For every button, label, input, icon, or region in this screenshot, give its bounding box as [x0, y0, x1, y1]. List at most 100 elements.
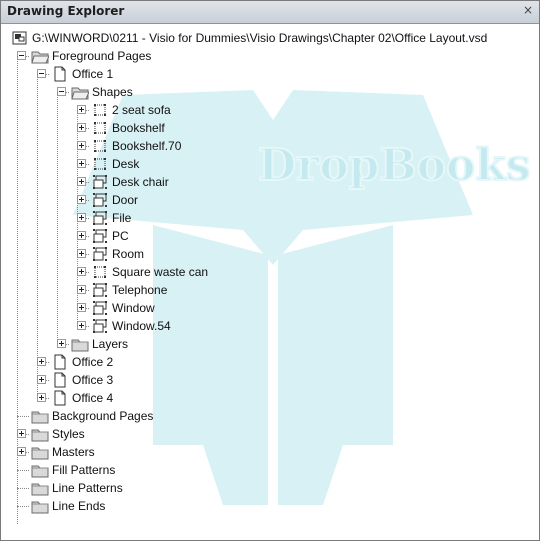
expand-icon[interactable] [77, 285, 86, 294]
folder-icon [31, 444, 49, 460]
tree-connector [17, 488, 29, 489]
tree-item-s7[interactable]: File [3, 209, 537, 227]
folder-icon [71, 336, 89, 352]
tree-item-s1[interactable]: 2 seat sofa [3, 101, 537, 119]
tree-item-label: Square waste can [112, 265, 209, 279]
tree-item-office1[interactable]: Office 1 [3, 65, 537, 83]
tree-item-s6[interactable]: Door [3, 191, 537, 209]
expand-icon[interactable] [77, 177, 86, 186]
expand-icon[interactable] [77, 213, 86, 222]
tree-item-shapes[interactable]: Shapes [3, 83, 537, 101]
expand-icon[interactable] [77, 159, 86, 168]
tree-panel: DropBooks G:\WINWORD\0211 - Visio for Du… [3, 25, 537, 538]
tree-item-label: Fill Patterns [52, 463, 116, 477]
tree-guide-line [57, 92, 58, 344]
tree-item-s12[interactable]: Window [3, 299, 537, 317]
group-shape-icon [91, 300, 109, 316]
tree-item-label: Room [112, 247, 145, 261]
tree-item-label: Desk chair [112, 175, 169, 189]
tree-connector [17, 416, 29, 417]
tree-item-label: Shapes [92, 85, 133, 99]
tree-item-label: Window [112, 301, 155, 315]
collapse-icon[interactable] [17, 51, 26, 60]
tree-item-label: 2 seat sofa [112, 103, 171, 117]
expand-icon[interactable] [37, 393, 46, 402]
tree-item-fill[interactable]: Fill Patterns [3, 461, 537, 479]
tree-item-s11[interactable]: Telephone [3, 281, 537, 299]
close-icon[interactable]: × [521, 3, 535, 19]
tree-item-office3[interactable]: Office 3 [3, 371, 537, 389]
tree-item-s13[interactable]: Window.54 [3, 317, 537, 335]
expand-icon[interactable] [77, 231, 86, 240]
expand-icon[interactable] [57, 339, 66, 348]
tree-item-label: Door [112, 193, 139, 207]
tree-item-root[interactable]: G:\WINWORD\0211 - Visio for Dummies\Visi… [3, 29, 537, 47]
tree-item-lineends[interactable]: Line Ends [3, 497, 537, 515]
tree-item-bg[interactable]: Background Pages [3, 407, 537, 425]
tree-item-label: Office 3 [72, 373, 114, 387]
tree-item-s4[interactable]: Desk [3, 155, 537, 173]
expand-icon[interactable] [37, 375, 46, 384]
tree-item-s2[interactable]: Bookshelf [3, 119, 537, 137]
expand-icon[interactable] [77, 303, 86, 312]
tree-item-label: Masters [52, 445, 95, 459]
expand-icon[interactable] [77, 141, 86, 150]
tree-item-label: G:\WINWORD\0211 - Visio for Dummies\Visi… [32, 31, 488, 45]
tree-item-layers[interactable]: Layers [3, 335, 537, 353]
title-bar: Drawing Explorer × [1, 1, 539, 24]
tree-item-s5[interactable]: Desk chair [3, 173, 537, 191]
tree-item-label: Office 2 [72, 355, 114, 369]
tree-connector [17, 506, 29, 507]
group-shape-icon [91, 210, 109, 226]
collapse-icon[interactable] [57, 87, 66, 96]
folder-icon [31, 408, 49, 424]
collapse-icon[interactable] [37, 69, 46, 78]
expand-icon[interactable] [37, 357, 46, 366]
tree-item-label: Bookshelf.70 [112, 139, 182, 153]
shape-icon [91, 264, 109, 280]
group-shape-icon [91, 282, 109, 298]
page-icon [51, 354, 69, 370]
folder-icon [31, 480, 49, 496]
tree-guide-line [17, 56, 18, 524]
tree-item-label: Desk [112, 157, 140, 171]
tree-item-s10[interactable]: Square waste can [3, 263, 537, 281]
tree-item-label: Layers [92, 337, 129, 351]
window-title: Drawing Explorer [7, 4, 125, 18]
tree-item-label: Bookshelf [112, 121, 165, 135]
tree-item-label: Styles [52, 427, 85, 441]
expand-icon[interactable] [77, 123, 86, 132]
shape-icon [91, 138, 109, 154]
tree-item-styles[interactable]: Styles [3, 425, 537, 443]
tree-item-fg[interactable]: Foreground Pages [3, 47, 537, 65]
folder-icon [31, 426, 49, 442]
tree-item-linepat[interactable]: Line Patterns [3, 479, 537, 497]
tree-item-label: Line Ends [52, 499, 106, 513]
expand-icon[interactable] [17, 429, 26, 438]
tree-item-label: Foreground Pages [52, 49, 152, 63]
tree-item-office4[interactable]: Office 4 [3, 389, 537, 407]
tree-item-s9[interactable]: Room [3, 245, 537, 263]
expand-icon[interactable] [77, 195, 86, 204]
folder-open-icon [71, 84, 90, 100]
tree-item-label: Line Patterns [52, 481, 123, 495]
shape-icon [91, 120, 109, 136]
tree-item-masters[interactable]: Masters [3, 443, 537, 461]
drawing-tree: G:\WINWORD\0211 - Visio for Dummies\Visi… [3, 25, 537, 538]
shape-icon [91, 102, 109, 118]
expand-icon[interactable] [77, 321, 86, 330]
expand-icon[interactable] [77, 249, 86, 258]
tree-item-s8[interactable]: PC [3, 227, 537, 245]
folder-icon [31, 498, 49, 514]
tree-item-label: Office 4 [72, 391, 114, 405]
folder-open-icon [31, 48, 50, 64]
page-icon [51, 390, 69, 406]
tree-item-office2[interactable]: Office 2 [3, 353, 537, 371]
document-icon [11, 30, 29, 46]
tree-guide-line [77, 110, 78, 326]
shape-icon [91, 156, 109, 172]
expand-icon[interactable] [77, 267, 86, 276]
expand-icon[interactable] [77, 105, 86, 114]
expand-icon[interactable] [17, 447, 26, 456]
tree-item-s3[interactable]: Bookshelf.70 [3, 137, 537, 155]
